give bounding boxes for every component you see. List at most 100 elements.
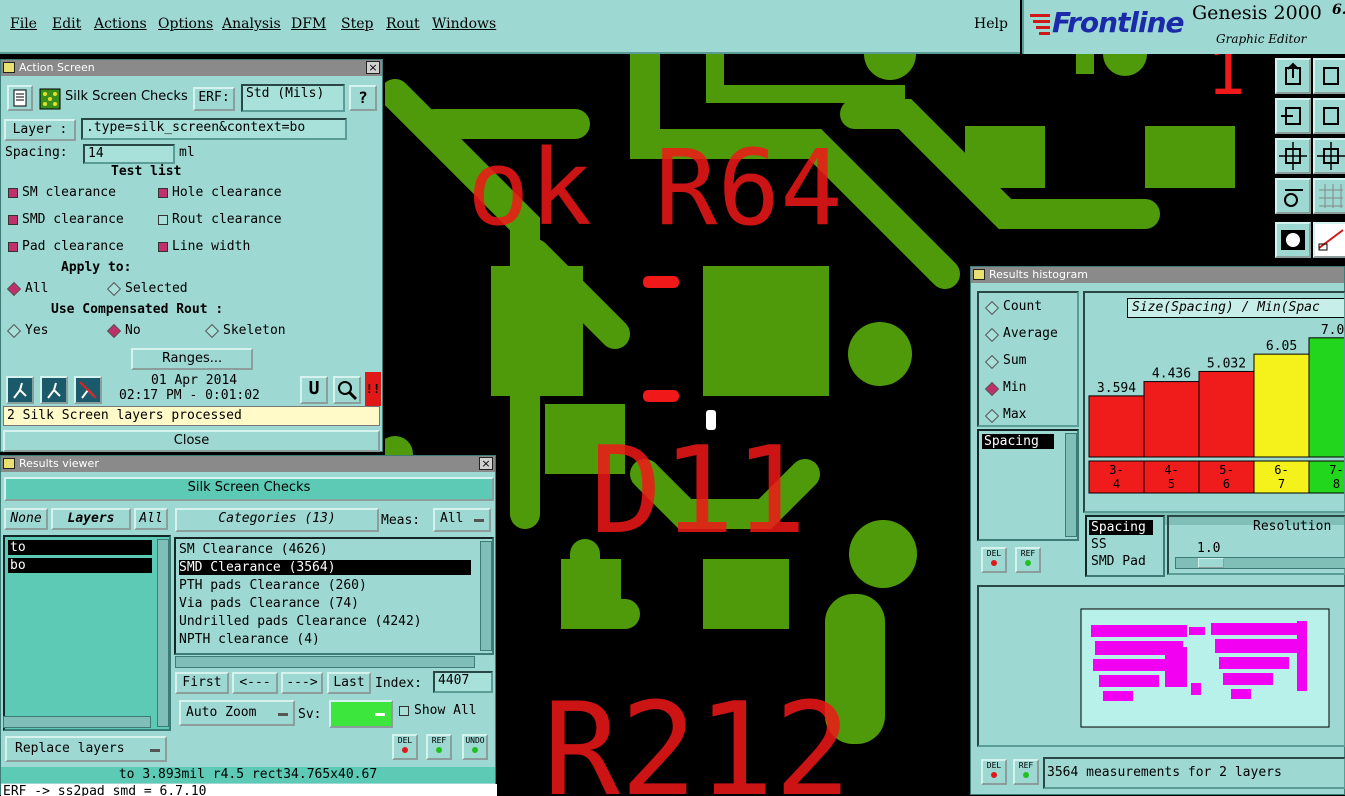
- mode-count-radio[interactable]: [984, 300, 1000, 316]
- measure-item-smd-pad[interactable]: SMD Pad: [1091, 554, 1146, 569]
- layers-scrollbar[interactable]: [157, 539, 169, 727]
- smd-clearance-checkbox[interactable]: [8, 215, 18, 225]
- histogram-bar[interactable]: [1088, 395, 1145, 458]
- histogram-bar[interactable]: [1198, 370, 1255, 458]
- window-menu-icon[interactable]: [973, 269, 985, 280]
- overview-panel[interactable]: [977, 585, 1345, 747]
- grid-icon[interactable]: [1313, 178, 1345, 214]
- prev-button[interactable]: <---: [232, 672, 278, 694]
- close-icon[interactable]: ×: [366, 61, 380, 74]
- histogram-bars[interactable]: 3.594 3-4 4.436 4-5 5.032 5-6 6.05 6-7 7.01 7-8: [1085, 293, 1345, 513]
- hist-ref-button[interactable]: REF: [1015, 547, 1041, 573]
- mode-min-radio[interactable]: [984, 381, 1000, 397]
- menu-windows[interactable]: Windows: [432, 16, 496, 32]
- layers-button[interactable]: Layers: [51, 508, 131, 530]
- comp-no-radio[interactable]: [106, 323, 122, 339]
- resolution-slider-thumb[interactable]: [1198, 558, 1224, 568]
- category-item-selected[interactable]: SMD Clearance (3564): [179, 560, 471, 575]
- action-screen-titlebar[interactable]: Action Screen ×: [1, 60, 382, 76]
- index-field[interactable]: 4407: [433, 671, 493, 693]
- del-button[interactable]: DEL: [392, 734, 418, 760]
- results-viewer-titlebar[interactable]: Results viewer ×: [1, 456, 495, 472]
- menu-step[interactable]: Step: [341, 16, 373, 32]
- board-overview-map[interactable]: [979, 587, 1344, 745]
- layer-field[interactable]: .type=silk_screen&context=bo: [81, 118, 347, 140]
- run-icon[interactable]: [6, 376, 34, 404]
- histogram-bar[interactable]: [1308, 337, 1345, 458]
- comp-skeleton-radio[interactable]: [204, 323, 220, 339]
- layer-item-to[interactable]: to: [8, 540, 152, 555]
- histogram-chart[interactable]: Size(Spacing) / Min(Spac 3.594 3- 4 4.436 4-…: [1083, 291, 1345, 513]
- draw-line-icon[interactable]: [1313, 222, 1345, 258]
- spacing-field[interactable]: 14: [83, 144, 175, 164]
- run-stop-icon[interactable]: [74, 376, 102, 404]
- menu-help[interactable]: Help: [974, 16, 1008, 32]
- menu-options[interactable]: Options: [158, 16, 213, 32]
- pan-right-button[interactable]: [1313, 98, 1345, 134]
- erf-button[interactable]: ERF:: [193, 87, 235, 111]
- show-all-checkbox[interactable]: [399, 706, 409, 716]
- zoom-home-button[interactable]: [1275, 58, 1311, 94]
- ranges-button[interactable]: Ranges...: [131, 348, 253, 370]
- fit-icon[interactable]: [1275, 138, 1311, 174]
- field-scrollbar[interactable]: [1065, 433, 1077, 537]
- menu-actions[interactable]: Actions: [94, 16, 147, 32]
- field-list[interactable]: Spacing: [977, 429, 1079, 541]
- menu-dfm[interactable]: DFM: [291, 16, 326, 32]
- menu-rout[interactable]: Rout: [386, 16, 420, 32]
- mode-sum-radio[interactable]: [984, 354, 1000, 370]
- layer-button[interactable]: Layer :: [4, 119, 76, 141]
- mode-max-radio[interactable]: [984, 408, 1000, 424]
- line-width-checkbox[interactable]: [158, 242, 168, 252]
- snapshot-icon[interactable]: [1275, 222, 1311, 258]
- erf-field[interactable]: Std (Mils): [241, 84, 345, 112]
- measure-item-ss[interactable]: SS: [1091, 537, 1107, 552]
- layer-item-bo[interactable]: bo: [8, 558, 152, 573]
- measure-item-spacing[interactable]: Spacing: [1089, 520, 1153, 535]
- run-selected-icon[interactable]: [40, 376, 68, 404]
- category-item[interactable]: NPTH clearance (4): [179, 632, 320, 647]
- histogram-bar[interactable]: [1253, 353, 1310, 458]
- first-button[interactable]: First: [175, 672, 229, 694]
- category-item[interactable]: Undrilled pads Clearance (4242): [179, 614, 422, 629]
- menu-edit[interactable]: Edit: [52, 16, 81, 32]
- category-item[interactable]: Via pads Clearance (74): [179, 596, 359, 611]
- zoom-icon[interactable]: [333, 376, 361, 404]
- zoom-back-button[interactable]: [1313, 58, 1345, 94]
- u-button[interactable]: U: [300, 376, 328, 404]
- help-button[interactable]: ?: [349, 85, 377, 111]
- sm-clearance-checkbox[interactable]: [8, 188, 18, 198]
- all-button[interactable]: All: [134, 508, 168, 530]
- categories-hscrollbar[interactable]: [175, 656, 475, 668]
- mode-average-radio[interactable]: [984, 327, 1000, 343]
- report-icon[interactable]: [7, 85, 33, 111]
- apply-selected-radio[interactable]: [106, 281, 122, 297]
- pan-left-button[interactable]: [1275, 98, 1311, 134]
- apply-all-radio[interactable]: [6, 281, 22, 297]
- ref-button[interactable]: REF: [426, 734, 452, 760]
- hole-clearance-checkbox[interactable]: [158, 188, 168, 198]
- replace-layers-dropdown[interactable]: Replace layers: [5, 736, 167, 762]
- none-button[interactable]: None: [4, 508, 48, 530]
- categories-list[interactable]: SM Clearance (4626) SMD Clearance (3564)…: [174, 537, 494, 655]
- menu-file[interactable]: File: [10, 16, 37, 32]
- center-icon[interactable]: [1313, 138, 1345, 174]
- field-item-spacing[interactable]: Spacing: [982, 434, 1054, 449]
- comp-yes-radio[interactable]: [6, 323, 22, 339]
- last-button[interactable]: Last: [327, 672, 371, 694]
- alert-badge[interactable]: !!: [365, 372, 381, 406]
- overview-ref-button[interactable]: REF: [1013, 759, 1039, 785]
- window-menu-icon[interactable]: [3, 458, 15, 469]
- menu-analysis[interactable]: Analysis: [222, 16, 281, 32]
- categories-scrollbar[interactable]: [480, 541, 492, 651]
- pad-clearance-checkbox[interactable]: [8, 242, 18, 252]
- window-menu-icon[interactable]: [3, 62, 15, 73]
- measure-tool-icon[interactable]: [1275, 178, 1311, 214]
- resolution-slider[interactable]: [1175, 557, 1345, 569]
- sv-color-dropdown[interactable]: [329, 700, 393, 728]
- undo-button[interactable]: UNDO: [462, 734, 488, 760]
- histogram-bar[interactable]: [1143, 381, 1200, 458]
- layers-list[interactable]: to bo: [3, 535, 171, 731]
- hist-del-button[interactable]: DEL: [981, 547, 1007, 573]
- auto-zoom-dropdown[interactable]: Auto Zoom: [179, 700, 295, 726]
